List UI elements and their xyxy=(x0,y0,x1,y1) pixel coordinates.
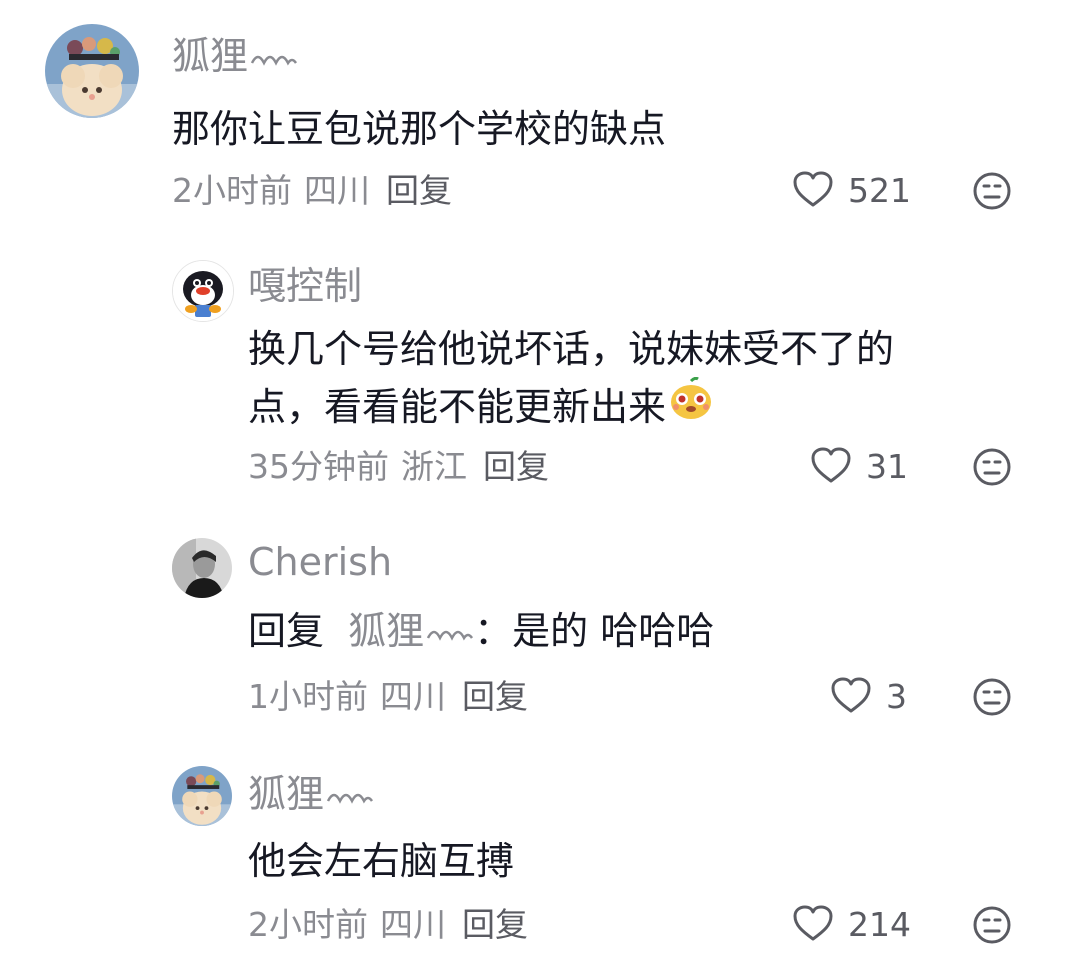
dislike-button[interactable] xyxy=(972,905,1012,945)
comment-text: 换几个号给他说坏话，说妹妹受不了的 点，看看能不能更新出来 xyxy=(248,320,894,437)
comment-text-line: 换几个号给他说坏话，说妹妹受不了的 xyxy=(248,327,895,371)
comment-item: 狐狸 那你让豆包说那个学校的缺点 2小时前 四川 回复 521 xyxy=(0,0,1079,240)
meh-face-icon xyxy=(973,906,1011,944)
meh-face-icon xyxy=(973,172,1011,210)
comment-text: 那你让豆包说那个学校的缺点 xyxy=(172,107,667,151)
username[interactable]: 狐狸 xyxy=(248,770,374,818)
wave-decoration-icon xyxy=(326,770,374,818)
penguin-avatar-icon xyxy=(173,261,233,321)
comment-text-fragment: ：是的 哈哈哈 xyxy=(474,609,715,653)
avatar[interactable] xyxy=(172,538,232,598)
avatar[interactable] xyxy=(172,260,234,322)
location: 浙江 xyxy=(401,447,467,486)
reply-button[interactable]: 回复 xyxy=(483,447,549,486)
like-button[interactable]: 3 xyxy=(830,676,907,718)
dislike-button[interactable] xyxy=(972,447,1012,487)
avatar[interactable] xyxy=(172,766,232,826)
comment-item: Cherish 回复 狐狸 ：是的 哈哈哈 1小时前 四川 回复 3 xyxy=(0,520,1079,750)
heart-icon[interactable] xyxy=(792,904,834,946)
reply-button[interactable]: 回复 xyxy=(386,171,452,210)
dislike-button[interactable] xyxy=(972,171,1012,211)
heart-icon[interactable] xyxy=(792,170,834,212)
meh-face-icon xyxy=(973,448,1011,486)
username-text[interactable]: 狐狸 xyxy=(248,770,324,818)
like-button[interactable]: 31 xyxy=(810,446,908,488)
portrait-avatar-icon xyxy=(172,538,232,598)
comment-meta: 2小时前 四川 回复 xyxy=(172,170,452,212)
username[interactable]: Cherish xyxy=(248,538,392,586)
like-count: 521 xyxy=(848,171,911,210)
like-button[interactable]: 521 xyxy=(792,170,911,212)
comment-meta: 2小时前 四川 回复 xyxy=(248,904,528,946)
like-button[interactable]: 214 xyxy=(792,904,911,946)
location: 四川 xyxy=(304,171,370,210)
comment-meta: 1小时前 四川 回复 xyxy=(248,676,528,718)
username-text[interactable]: 狐狸 xyxy=(172,32,248,80)
reply-button[interactable]: 回复 xyxy=(462,905,528,944)
dislike-button[interactable] xyxy=(972,677,1012,717)
wave-decoration-icon xyxy=(426,602,474,660)
cute-face-emoji-icon xyxy=(668,376,714,437)
heart-icon[interactable] xyxy=(810,446,852,488)
timestamp: 35分钟前 xyxy=(248,447,389,486)
timestamp: 2小时前 xyxy=(172,171,292,210)
like-count: 214 xyxy=(848,905,911,944)
location: 四川 xyxy=(380,677,446,716)
mention-link[interactable]: 狐狸 xyxy=(348,609,474,653)
comment-text: 回复 狐狸 ：是的 哈哈哈 xyxy=(248,602,714,660)
username[interactable]: 嘎控制 xyxy=(248,262,362,310)
comment-text: 他会左右脑互搏 xyxy=(248,839,515,883)
mention-text[interactable]: 狐狸 xyxy=(348,609,424,653)
meh-face-icon xyxy=(973,678,1011,716)
reply-prefix: 回复 xyxy=(248,609,325,653)
location: 四川 xyxy=(380,905,446,944)
comment-text-fragment: 点，看看能不能更新出来 xyxy=(248,385,667,429)
timestamp: 2小时前 xyxy=(248,905,368,944)
plush-sheep-avatar-icon xyxy=(172,766,232,826)
comment-text-line: 点，看看能不能更新出来 xyxy=(248,376,894,437)
timestamp: 1小时前 xyxy=(248,677,368,716)
heart-icon[interactable] xyxy=(830,676,872,718)
username[interactable]: 狐狸 xyxy=(172,32,298,80)
plush-sheep-avatar-icon xyxy=(45,24,139,118)
reply-button[interactable]: 回复 xyxy=(462,677,528,716)
like-count: 3 xyxy=(886,677,907,716)
comment-item: 狐狸 他会左右脑互搏 2小时前 四川 回复 214 xyxy=(0,750,1079,975)
username-text[interactable]: Cherish xyxy=(248,538,392,586)
comment-meta: 35分钟前 浙江 回复 xyxy=(248,446,549,488)
avatar[interactable] xyxy=(45,24,139,118)
like-count: 31 xyxy=(866,447,908,486)
wave-decoration-icon xyxy=(250,32,298,80)
username-text[interactable]: 嘎控制 xyxy=(248,262,362,310)
comment-item: 嘎控制 换几个号给他说坏话，说妹妹受不了的 点，看看能不能更新出来 35分钟前浙… xyxy=(0,240,1079,520)
